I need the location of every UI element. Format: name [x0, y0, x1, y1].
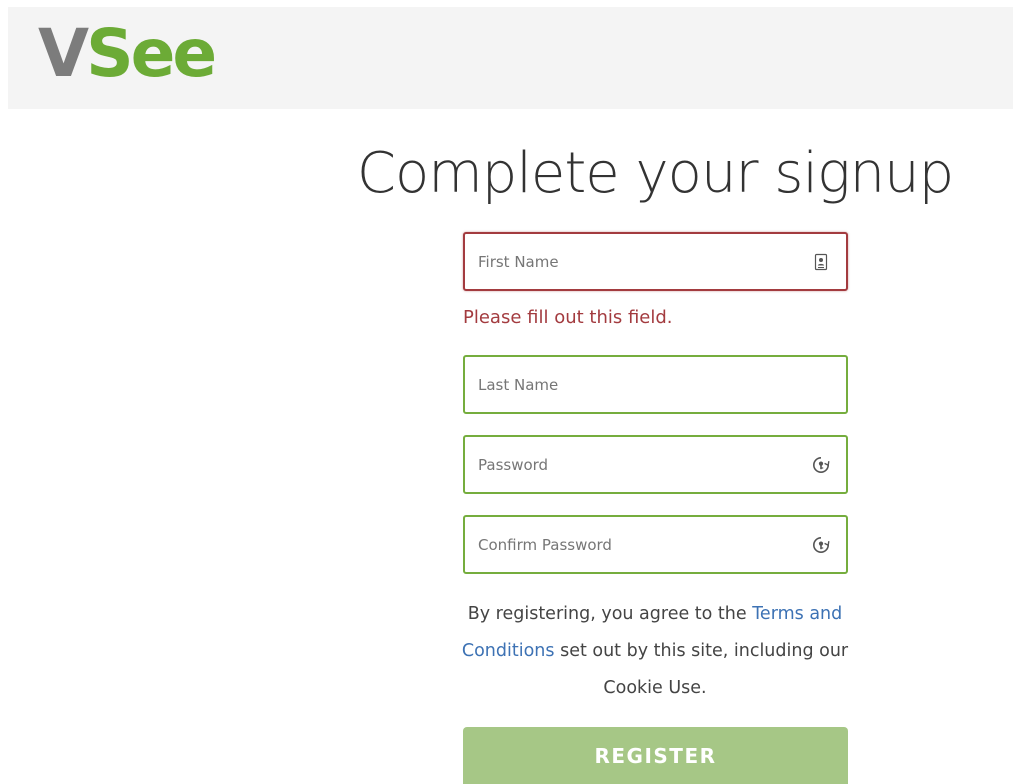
last-name-field	[463, 355, 848, 414]
confirm-password-field	[463, 515, 848, 574]
password-field	[463, 435, 848, 494]
terms-prefix: By registering, you agree to the	[467, 604, 753, 624]
first-name-field	[463, 232, 848, 291]
password-manager-icon[interactable]	[812, 536, 830, 554]
terms-suffix: set out by this site, including our Cook…	[554, 641, 849, 698]
first-name-error: Please fill out this field.	[463, 307, 673, 328]
signup-page: VSee Complete your signup Please fill ou…	[0, 0, 1013, 784]
page-title: Complete your signup	[356, 141, 954, 206]
password-manager-icon[interactable]	[812, 456, 830, 474]
site-header: VSee	[8, 7, 1013, 109]
confirm-password-input[interactable]	[465, 517, 846, 572]
logo-see: See	[86, 15, 217, 92]
logo-v: V	[38, 15, 89, 92]
contact-card-icon[interactable]	[812, 253, 830, 271]
last-name-input[interactable]	[465, 357, 846, 412]
vsee-logo[interactable]: VSee	[38, 14, 217, 94]
terms-notice: By registering, you agree to the Terms a…	[455, 596, 855, 707]
password-input[interactable]	[465, 437, 846, 492]
register-button[interactable]: REGISTER	[463, 727, 848, 784]
first-name-input[interactable]	[465, 234, 846, 289]
